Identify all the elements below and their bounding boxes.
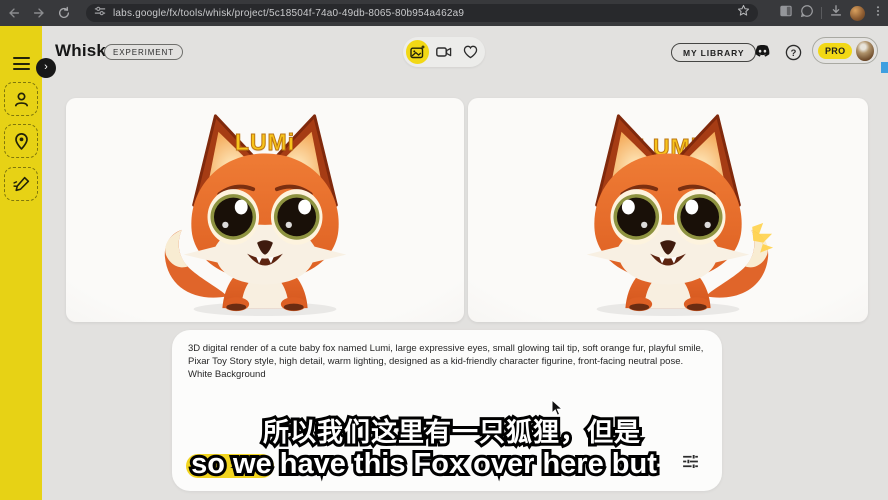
expand-sidebar-button[interactable]: › <box>36 58 56 78</box>
experiment-badge: EXPERIMENT <box>104 44 183 60</box>
prompt-text[interactable]: 3D digital render of a cute baby fox nam… <box>188 342 706 381</box>
subtitle-english: so we have this Fox over here but <box>0 448 868 481</box>
fox-name-overlay: LUMi <box>66 129 464 156</box>
address-bar[interactable]: labs.google/fx/tools/whisk/project/5c185… <box>86 4 758 22</box>
hamburger-menu-icon[interactable] <box>13 57 30 70</box>
subtitle-chinese: 所以我们这里有一只狐狸，但是 <box>8 412 888 449</box>
discord-icon[interactable] <box>753 44 772 64</box>
favorites-button[interactable] <box>459 40 482 64</box>
pen-style-icon <box>12 175 31 194</box>
reload-icon[interactable] <box>53 5 75 21</box>
app-window: labs.google/fx/tools/whisk/project/5c185… <box>0 0 888 500</box>
sidebar-item-subject[interactable] <box>4 82 38 116</box>
toolbar-divider <box>821 7 822 19</box>
help-icon[interactable]: ? <box>785 44 802 66</box>
side-panel-icon[interactable] <box>779 4 793 23</box>
image-mode-button[interactable] <box>406 40 429 64</box>
person-icon <box>12 90 31 109</box>
image-sparkle-icon <box>410 45 425 60</box>
site-info-icon[interactable] <box>94 4 106 22</box>
my-library-button[interactable]: MY LIBRARY <box>671 43 756 62</box>
browser-toolbar: labs.google/fx/tools/whisk/project/5c185… <box>0 0 888 26</box>
heart-icon <box>463 45 478 59</box>
kebab-menu-icon[interactable] <box>872 4 884 23</box>
svg-text:?: ? <box>791 48 797 59</box>
url-text[interactable]: labs.google/fx/tools/whisk/project/5c185… <box>113 8 737 19</box>
avatar[interactable] <box>856 41 874 61</box>
generated-image-left[interactable]: LUMi <box>66 98 464 322</box>
account-pill[interactable]: PRO <box>812 37 878 64</box>
download-icon[interactable] <box>829 4 843 23</box>
video-camera-icon <box>436 45 452 59</box>
feedback-chat-icon[interactable] <box>800 4 814 23</box>
pro-badge: PRO <box>818 43 852 59</box>
edge-artifact <box>881 62 888 73</box>
location-pin-icon <box>12 132 31 151</box>
sidebar-item-scene[interactable] <box>4 124 38 158</box>
page-title: Whisk <box>55 41 106 61</box>
forward-icon[interactable] <box>28 5 50 21</box>
fox-illustration <box>468 98 868 322</box>
browser-profile-avatar[interactable] <box>850 6 865 21</box>
video-mode-button[interactable] <box>432 40 455 64</box>
sidebar-item-style[interactable] <box>4 167 38 201</box>
mode-switcher <box>403 37 485 67</box>
back-icon[interactable] <box>3 5 25 21</box>
generated-image-right[interactable]: LUMi <box>468 98 868 322</box>
cursor-arrow <box>551 399 564 422</box>
fox-image <box>468 98 868 322</box>
bookmark-star-icon[interactable] <box>737 4 750 22</box>
